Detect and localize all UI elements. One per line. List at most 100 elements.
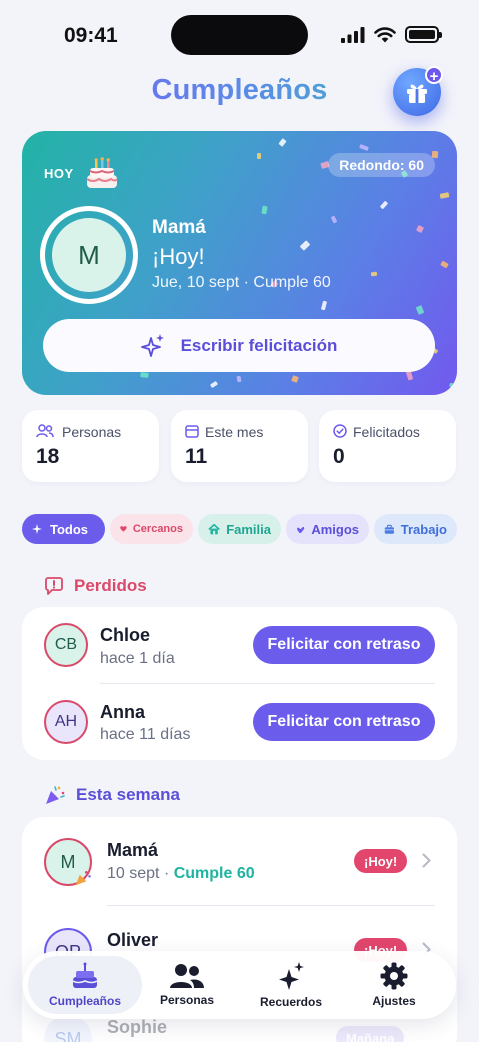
confetti-piece [278,138,287,147]
separator-dot: · [163,865,170,882]
missed-section-title: Perdidos [74,576,147,595]
confetti-piece [370,271,378,277]
gift-icon [407,84,427,103]
filter-chip-all[interactable]: Todos [22,514,105,544]
confetti-piece [299,240,311,251]
filter-chip-close[interactable]: Cercanos [110,514,193,544]
late-greeting-button[interactable]: Felicitar con retraso [253,626,435,664]
stat-value: 11 [185,445,208,468]
confetti-piece [359,144,369,151]
check-circle-icon [333,424,347,438]
confetti-piece [209,380,219,389]
divider [100,683,435,684]
confetti-piece [379,200,389,210]
tab-label: Ajustes [372,994,416,1008]
cake-icon [72,962,98,988]
confetti-piece [415,224,425,234]
hero-date-line: Jue, 10 sept · Cumple 60 [152,274,331,291]
birthday-info: 10 sept · Cumple 60 [107,865,255,883]
stat-card-this-month[interactable]: Este mes 11 [171,410,308,482]
gear-icon [380,962,408,990]
people-icon [36,424,54,438]
people-icon [170,964,204,988]
tab-memories[interactable]: Recuerdos [234,956,348,1014]
filter-chip-work[interactable]: Trabajo [374,514,457,544]
tab-label: Cumpleaños [48,994,121,1008]
sparkles-icon [279,962,304,990]
confetti-piece [320,300,328,311]
tab-people[interactable]: Personas [130,956,244,1014]
home-icon [208,523,220,534]
confetti-piece [257,153,261,159]
chevron-right-icon [422,853,431,868]
person-name: Anna [100,702,145,722]
avatar: SM [44,1015,92,1042]
confetti-piece [236,375,242,383]
hero-avatar-ring: M [40,206,138,304]
write-greeting-button[interactable]: Escribir felicitación [43,319,435,372]
tab-birthdays[interactable]: Cumpleaños [28,956,142,1014]
this-week-section-header: Esta semana [44,784,180,806]
calendar-icon [185,425,199,438]
confetti-piece [439,192,450,199]
confetti-piece [440,260,449,269]
stat-value: 0 [333,445,345,468]
stat-card-people[interactable]: Personas 18 [22,410,159,482]
tab-label: Personas [159,993,215,1007]
avatar: M [52,218,126,292]
heart-icon [120,526,127,532]
tab-label: Recuerdos [259,995,323,1009]
confetti-piece [449,382,457,389]
tab-settings[interactable]: Ajustes [337,956,451,1014]
missed-ago: hace 11 días [100,726,191,743]
party-popper-icon [46,786,65,804]
briefcase-icon [384,524,394,534]
hero-birthday-card[interactable]: HOY Redondo: 60 M Mamá ¡Hoy! Jue, 10 sep… [22,131,457,395]
filter-chip-label: Todos [50,521,89,537]
birthday-date: 10 sept [107,865,160,882]
birthday-cake-icon [86,157,118,188]
stat-card-greeted[interactable]: Felicitados 0 [319,410,456,482]
confetti-piece [140,372,149,378]
person-name: Mamá [107,840,159,860]
divider [107,905,435,906]
alert-bubble-icon [45,577,63,595]
person-name: Oliver [107,930,159,950]
dynamic-island [171,15,308,55]
today-badge: ¡Hoy! [354,849,408,873]
confetti-piece [261,205,268,215]
filter-chip-label: Familia [226,521,271,537]
sparkle-icon [32,524,42,534]
filter-chip-family[interactable]: Familia [198,514,281,544]
stat-label: Felicitados [353,424,420,440]
round-age-badge: Redondo: 60 [328,153,435,177]
status-time: 09:41 [64,24,118,47]
missed-section-header: Perdidos [44,576,147,596]
filter-chip-label: Cercanos [132,523,183,535]
status-bar: 09:41 [0,0,479,70]
late-greeting-button[interactable]: Felicitar con retraso [253,703,435,741]
stat-value: 18 [36,445,60,468]
status-icons [341,26,442,43]
person-name: Sophie [107,1017,168,1037]
sparkles-icon [140,333,164,357]
filter-chip-label: Amigos [311,521,359,537]
confetti-piece [291,375,299,383]
write-greeting-label: Escribir felicitación [180,335,338,355]
confetti-piece [415,305,425,315]
filter-chip-label: Trabajo [400,521,447,537]
missed-ago: hace 1 día [100,650,175,667]
stat-label: Personas [62,424,122,440]
missed-list: CB Chloe hace 1 día Felicitar con retras… [22,607,457,760]
party-popper-icon [75,870,91,886]
wifi-icon [374,26,396,42]
hero-today-label: HOY [44,166,74,181]
tomorrow-badge: Mañana [336,1026,405,1042]
turns-age: Cumple 60 [173,865,255,882]
avatar: AH [44,700,88,744]
filter-chip-friends[interactable]: Amigos [286,514,369,544]
stat-label: Este mes [205,424,264,440]
add-gift-button[interactable]: + [393,66,443,116]
avatar: CB [44,623,88,667]
confetti-piece [330,215,338,224]
